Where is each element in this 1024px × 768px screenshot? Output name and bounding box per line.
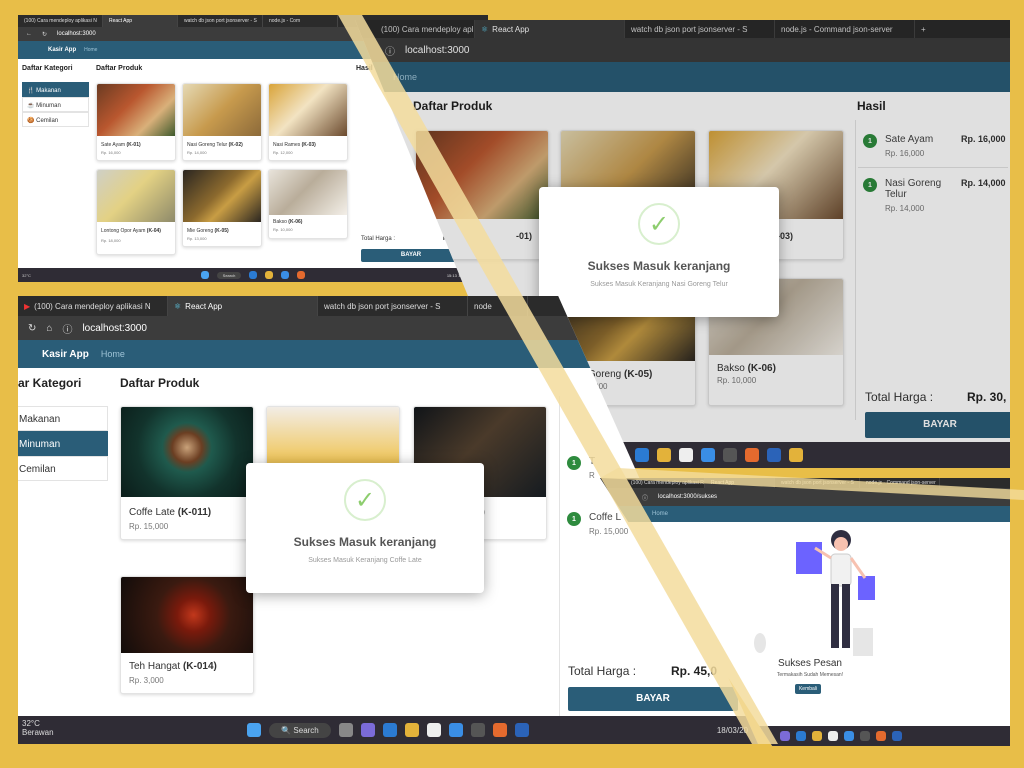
diagonal-dividers: [338, 15, 1024, 744]
